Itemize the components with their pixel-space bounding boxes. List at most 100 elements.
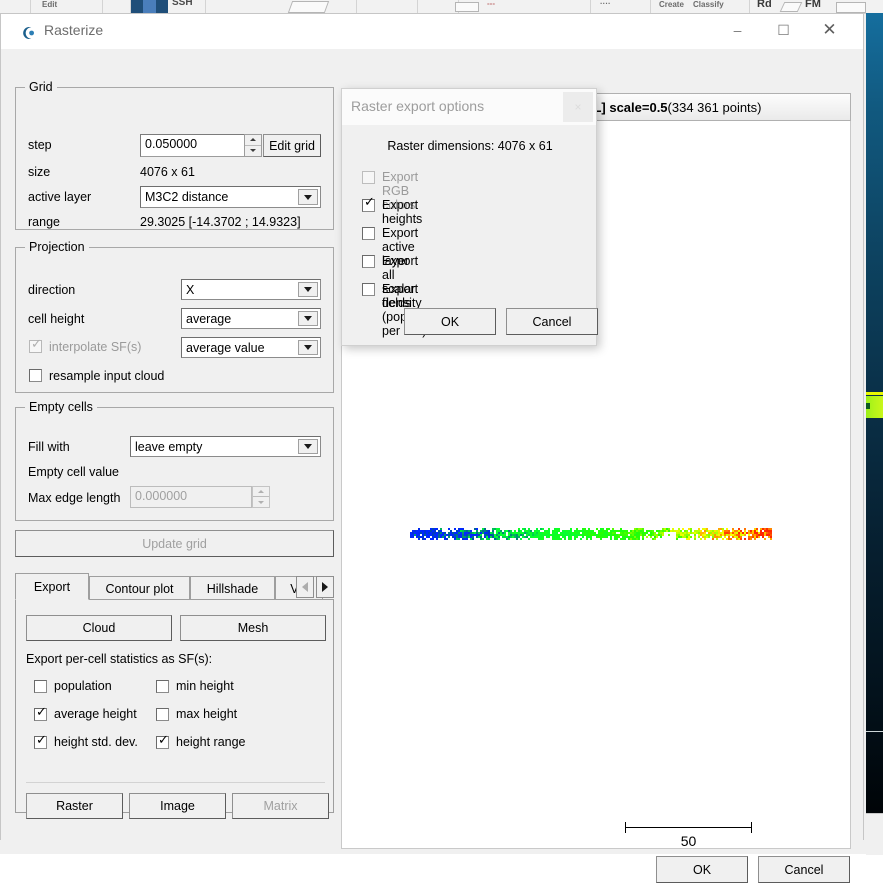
- mesh-button[interactable]: Mesh: [180, 615, 326, 641]
- scale-bar-tick-left: [625, 822, 626, 833]
- ribbon-label-classify: Classify: [693, 0, 724, 9]
- fill-with-combo[interactable]: leave empty: [130, 436, 321, 457]
- interpolate-value-combo[interactable]: average value: [181, 337, 321, 358]
- interpolate-value-combo-button[interactable]: [298, 340, 318, 355]
- fill-with-label: Fill with: [28, 440, 70, 454]
- tabpane-divider: [26, 782, 325, 783]
- raster-button[interactable]: Raster: [26, 793, 123, 819]
- scale-bar-tick-right: [751, 822, 752, 833]
- cell-height-combo[interactable]: average: [181, 308, 321, 329]
- min-height-checkbox[interactable]: [156, 680, 169, 693]
- active-layer-label: active layer: [28, 190, 91, 204]
- raster-dimensions-label: Raster dimensions: 4076 x 61: [342, 139, 598, 153]
- tabbar-scroll-left[interactable]: [296, 576, 314, 598]
- dialog-footer: OK Cancel: [1, 841, 865, 876]
- close-button[interactable]: ✕: [807, 14, 852, 46]
- caret-down-icon: [250, 149, 256, 152]
- grid-groupbox-title: Grid: [25, 80, 57, 94]
- cloudcompare-icon: [20, 25, 36, 41]
- cancel-button[interactable]: Cancel: [758, 856, 850, 883]
- step-input[interactable]: 0.050000: [140, 134, 250, 157]
- minimize-icon: –: [715, 14, 760, 46]
- fill-with-combo-button[interactable]: [298, 439, 318, 454]
- export-density-checkbox[interactable]: [362, 283, 375, 296]
- viewport-cloud-dot: [866, 403, 870, 409]
- max-edge-spinner-down[interactable]: [253, 497, 269, 507]
- direction-combo-button[interactable]: [298, 282, 318, 297]
- check-icon: ✓: [36, 734, 47, 747]
- check-icon: ✓: [158, 734, 169, 747]
- max-edge-length-spinner[interactable]: [252, 486, 270, 508]
- export-dialog-titlebar[interactable]: Raster export options ×: [342, 89, 596, 125]
- point-cloud-render: [410, 528, 772, 541]
- image-button[interactable]: Image: [129, 793, 226, 819]
- close-icon: ✕: [807, 14, 852, 46]
- min-height-label: min height: [176, 679, 234, 693]
- step-spinner[interactable]: [244, 134, 262, 157]
- chevron-down-icon: [304, 345, 312, 350]
- export-all-scalar-fields-checkbox[interactable]: [362, 255, 375, 268]
- window-titlebar[interactable]: Rasterize – ☐ ✕: [1, 14, 863, 49]
- step-spinner-down[interactable]: [245, 146, 261, 157]
- active-layer-combo-text: M3C2 distance: [145, 190, 228, 204]
- tabbar-scroll-right[interactable]: [316, 576, 334, 598]
- export-dialog-close-button[interactable]: ×: [563, 92, 593, 122]
- per-cell-stats-label: Export per-cell statistics as SF(s):: [26, 652, 212, 666]
- chevron-down-icon: [304, 195, 312, 200]
- export-dialog-ok-button[interactable]: OK: [404, 308, 496, 335]
- interpolate-sf-label: interpolate SF(s): [49, 340, 141, 354]
- export-active-layer-checkbox[interactable]: [362, 227, 375, 240]
- check-icon: ✓: [364, 196, 375, 209]
- cell-height-combo-button[interactable]: [298, 311, 318, 326]
- height-range-checkbox[interactable]: ✓: [156, 736, 169, 749]
- export-rgb-colors-checkbox[interactable]: [362, 171, 375, 184]
- resample-input-cloud-label: resample input cloud: [49, 369, 164, 383]
- max-height-label: max height: [176, 707, 237, 721]
- height-std-dev-checkbox[interactable]: ✓: [34, 736, 47, 749]
- export-dialog-cancel-button[interactable]: Cancel: [506, 308, 598, 335]
- cloud-button[interactable]: Cloud: [26, 615, 172, 641]
- tab-export[interactable]: Export: [15, 573, 89, 600]
- ok-button[interactable]: OK: [656, 856, 748, 883]
- check-icon: ✓: [36, 706, 47, 719]
- average-height-label: average height: [54, 707, 137, 721]
- resample-input-cloud-checkbox[interactable]: [29, 369, 42, 382]
- active-layer-combo[interactable]: M3C2 distance: [140, 186, 321, 208]
- background-3d-viewport[interactable]: [866, 13, 883, 813]
- check-icon: ✓: [31, 338, 42, 351]
- window-title: Rasterize: [44, 22, 103, 38]
- range-value: 29.3025 [-14.3702 ; 14.9323]: [140, 215, 301, 229]
- point-cloud-canvas: [410, 528, 772, 540]
- height-range-label: height range: [176, 735, 246, 749]
- population-checkbox[interactable]: [34, 680, 47, 693]
- tabbar: Export Contour plot Hillshade Vol: [15, 573, 334, 600]
- max-edge-length-input[interactable]: 0.000000: [130, 486, 252, 508]
- step-spinner-up[interactable]: [245, 135, 261, 146]
- step-label: step: [28, 138, 52, 152]
- tab-hillshade[interactable]: Hillshade: [190, 576, 275, 600]
- ribbon-label-edit: Edit: [42, 0, 57, 9]
- average-height-checkbox[interactable]: ✓: [34, 708, 47, 721]
- preview-title-count: (334 361 points): [668, 100, 762, 115]
- max-height-checkbox[interactable]: [156, 708, 169, 721]
- interpolate-sf-checkbox[interactable]: ✓: [29, 340, 42, 353]
- maximize-button[interactable]: ☐: [761, 14, 806, 46]
- empty-cells-groupbox-title: Empty cells: [25, 400, 97, 414]
- max-edge-spinner-up[interactable]: [253, 487, 269, 497]
- grid-groupbox: Grid: [15, 87, 334, 230]
- raster-export-options-dialog: Raster export options × Raster dimension…: [341, 88, 597, 346]
- size-label: size: [28, 165, 50, 179]
- range-label: range: [28, 215, 60, 229]
- export-heights-checkbox[interactable]: ✓: [362, 199, 375, 212]
- close-icon: ×: [574, 100, 581, 114]
- tab-contour-plot[interactable]: Contour plot: [89, 576, 190, 600]
- height-std-dev-label: height std. dev.: [54, 735, 138, 749]
- edit-grid-button[interactable]: Edit grid: [263, 134, 321, 157]
- matrix-button[interactable]: Matrix: [232, 793, 329, 819]
- update-grid-button[interactable]: Update grid: [15, 530, 334, 557]
- direction-combo[interactable]: X: [181, 279, 321, 300]
- active-layer-combo-button[interactable]: [298, 189, 318, 205]
- population-label: population: [54, 679, 112, 693]
- minimize-button[interactable]: –: [715, 14, 760, 46]
- size-value: 4076 x 61: [140, 165, 195, 179]
